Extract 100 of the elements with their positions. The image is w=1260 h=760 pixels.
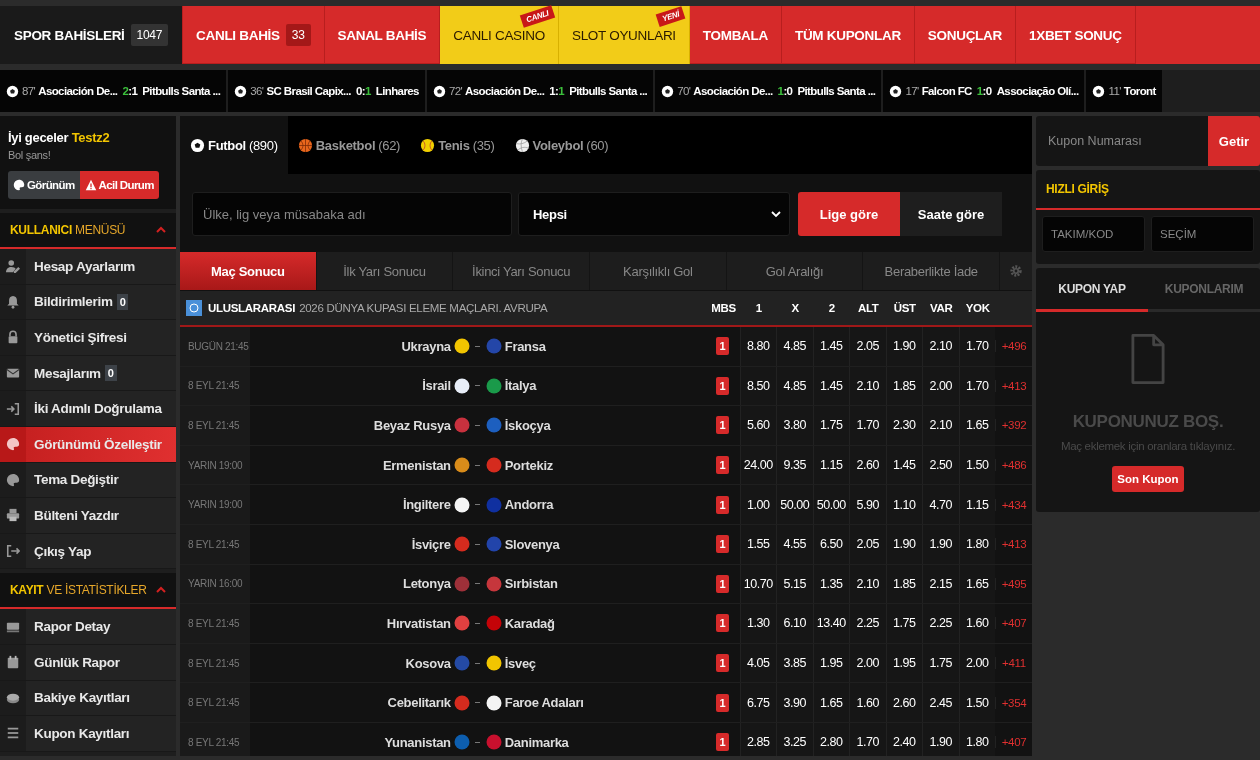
odds-button[interactable]: 1.00: [739, 485, 776, 524]
odds-button[interactable]: 3.90: [776, 683, 813, 722]
last-coupon-button[interactable]: Son Kupon: [1112, 466, 1184, 492]
odds-button[interactable]: 1.70: [849, 722, 886, 756]
odds-button[interactable]: 5.90: [849, 485, 886, 524]
nav-link[interactable]: CANLI CASINO CANLI: [440, 6, 559, 64]
odds-button[interactable]: 6.75: [739, 683, 776, 722]
odds-button[interactable]: 1.60: [958, 604, 995, 643]
odds-button[interactable]: 24.00: [739, 445, 776, 485]
coupon-number-field[interactable]: Kupon Numarası: [1036, 116, 1208, 166]
league-select[interactable]: Hepsi: [518, 192, 790, 236]
odds-button[interactable]: 1.55: [739, 524, 776, 564]
odds-button[interactable]: 1.15: [958, 485, 995, 524]
live-match-item[interactable]: 72' Asociación De... 1:1 Pitbulls Santa ...: [426, 70, 654, 112]
menu-item[interactable]: Bildirimlerim 0: [0, 284, 176, 321]
odds-button[interactable]: 2.05: [849, 524, 886, 564]
fetch-button[interactable]: Getir: [1208, 116, 1260, 166]
nav-link[interactable]: SANAL BAHİS: [324, 6, 441, 64]
more-odds-link[interactable]: +354: [995, 696, 1032, 709]
odds-button[interactable]: 1.75: [885, 604, 922, 643]
odds-button[interactable]: 1.90: [922, 722, 959, 756]
more-odds-link[interactable]: +413: [995, 538, 1032, 551]
odds-button[interactable]: 2.10: [922, 327, 959, 366]
menu-item[interactable]: Rapor Detay: [0, 609, 176, 645]
live-match-item[interactable]: 17' Falcon FC 1:0 Associação Olí...: [883, 70, 1085, 112]
section-header[interactable]: KAYIT VE İSTATİSTİKLER: [0, 573, 176, 610]
market-tab[interactable]: İkinci Yarı Sonucu: [453, 252, 590, 290]
odds-button[interactable]: 3.25: [776, 722, 813, 756]
odds-button[interactable]: 2.10: [922, 406, 959, 445]
menu-item[interactable]: Görünümü Özelleştir: [0, 426, 176, 463]
sort-button[interactable]: Saate göre: [900, 192, 1002, 236]
odds-button[interactable]: 2.15: [922, 564, 959, 604]
market-tab[interactable]: Maç Sonucu: [180, 252, 317, 290]
odds-button[interactable]: 1.50: [958, 683, 995, 722]
odds-button[interactable]: 1.30: [739, 604, 776, 643]
nav-link[interactable]: 1XBET SONUÇ: [1015, 6, 1136, 64]
more-odds-link[interactable]: +407: [995, 617, 1032, 630]
coupon-tab[interactable]: KUPON YAP: [1036, 268, 1148, 312]
odds-button[interactable]: 2.60: [885, 683, 922, 722]
odds-button[interactable]: 2.05: [849, 327, 886, 366]
menu-item[interactable]: Tema Değiştir: [0, 462, 176, 499]
more-odds-link[interactable]: +413: [995, 379, 1032, 392]
menu-item[interactable]: Bakiye Kayıtları: [0, 680, 176, 717]
input-field[interactable]: TAKIM/KOD: [1042, 216, 1145, 252]
search-field[interactable]: Ülke, lig veya müsabaka adı: [192, 192, 512, 236]
sport-tab[interactable]: Voleybol (60): [504, 116, 619, 174]
more-odds-link[interactable]: +495: [995, 577, 1032, 590]
odds-button[interactable]: 1.75: [812, 406, 849, 445]
odds-button[interactable]: 1.60: [849, 683, 886, 722]
odds-button[interactable]: 9.35: [776, 445, 813, 485]
more-odds-link[interactable]: +392: [995, 419, 1032, 432]
odds-button[interactable]: 5.60: [739, 406, 776, 445]
market-tab[interactable]: Karşılıklı Gol: [590, 252, 727, 290]
odds-button[interactable]: 1.70: [849, 406, 886, 445]
input-field[interactable]: SEÇİM: [1151, 216, 1254, 252]
menu-item[interactable]: Günlük Rapor: [0, 644, 176, 681]
menu-item[interactable]: Çıkış Yap: [0, 533, 176, 570]
nav-link[interactable]: SLOT OYUNLARI YENİ: [558, 6, 690, 64]
odds-button[interactable]: 50.00: [776, 485, 813, 524]
odds-button[interactable]: 3.85: [776, 643, 813, 683]
odds-button[interactable]: 2.00: [922, 366, 959, 406]
odds-button[interactable]: 2.85: [739, 722, 776, 756]
odds-button[interactable]: 1.90: [922, 524, 959, 564]
menu-item[interactable]: Kupon Kayıtları: [0, 716, 176, 752]
odds-button[interactable]: 1.90: [885, 327, 922, 366]
market-tab[interactable]: Gol Aralığı: [726, 252, 864, 290]
odds-button[interactable]: 1.75: [922, 643, 959, 683]
sport-tab[interactable]: Futbol (890): [180, 116, 288, 174]
more-odds-link[interactable]: +407: [995, 736, 1032, 749]
more-odds-link[interactable]: +496: [995, 340, 1032, 353]
menu-item[interactable]: Hesap Ayarlarım: [0, 249, 176, 285]
live-match-item[interactable]: 36' SC Brasil Capix... 0:1 Linhares: [228, 70, 425, 112]
odds-button[interactable]: 4.70: [922, 485, 959, 524]
menu-item[interactable]: Bülteni Yazdır: [0, 498, 176, 534]
odds-button[interactable]: 1.70: [958, 327, 995, 366]
section-header[interactable]: KULLANICI MENÜSÜ: [0, 213, 176, 249]
side-button[interactable]: Görünüm: [8, 171, 80, 199]
odds-button[interactable]: 2.30: [885, 406, 922, 445]
nav-link[interactable]: CANLI BAHİS 33: [183, 6, 325, 64]
settings-icon[interactable]: [1009, 264, 1024, 278]
live-match-item[interactable]: 87' Asociación De... 2:1 Pitbulls Santa ...: [0, 70, 227, 112]
more-odds-link[interactable]: +434: [995, 498, 1032, 511]
odds-button[interactable]: 1.65: [812, 683, 849, 722]
nav-link[interactable]: SONUÇLAR: [914, 6, 1016, 64]
odds-button[interactable]: 2.25: [849, 604, 886, 643]
odds-button[interactable]: 2.25: [922, 604, 959, 643]
odds-button[interactable]: 2.50: [922, 445, 959, 485]
menu-item[interactable]: İki Adımlı Doğrulama: [0, 391, 176, 427]
menu-item[interactable]: Mesajlarım 0: [0, 355, 176, 392]
odds-button[interactable]: 2.10: [849, 564, 886, 604]
odds-button[interactable]: 50.00: [812, 485, 849, 524]
live-match-item[interactable]: 11' Toront: [1086, 70, 1162, 112]
odds-button[interactable]: 10.70: [739, 564, 776, 604]
odds-button[interactable]: 8.80: [739, 327, 776, 366]
odds-button[interactable]: 2.60: [849, 445, 886, 485]
sport-tab[interactable]: Tenis (35): [410, 116, 505, 174]
menu-item[interactable]: Yönetici Şifresi: [0, 320, 176, 356]
odds-button[interactable]: 2.00: [849, 643, 886, 683]
market-tab[interactable]: İlk Yarı Sonucu: [316, 252, 454, 290]
odds-button[interactable]: 4.55: [776, 524, 813, 564]
